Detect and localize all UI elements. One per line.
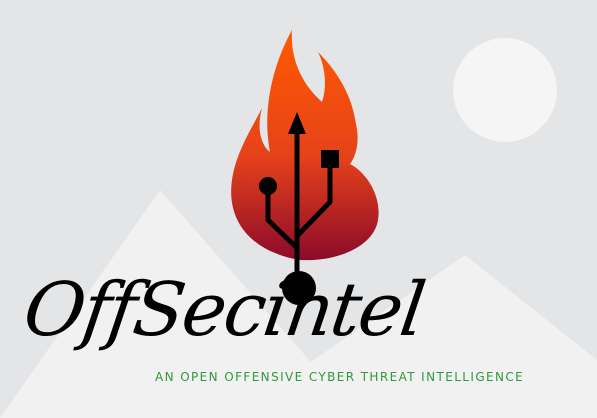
tagline: AN OPEN OFFENSIVE CYBER THREAT INTELLIGE… xyxy=(155,370,525,384)
brand-name: OffSecintel xyxy=(18,267,429,353)
sun-shape xyxy=(453,38,557,142)
